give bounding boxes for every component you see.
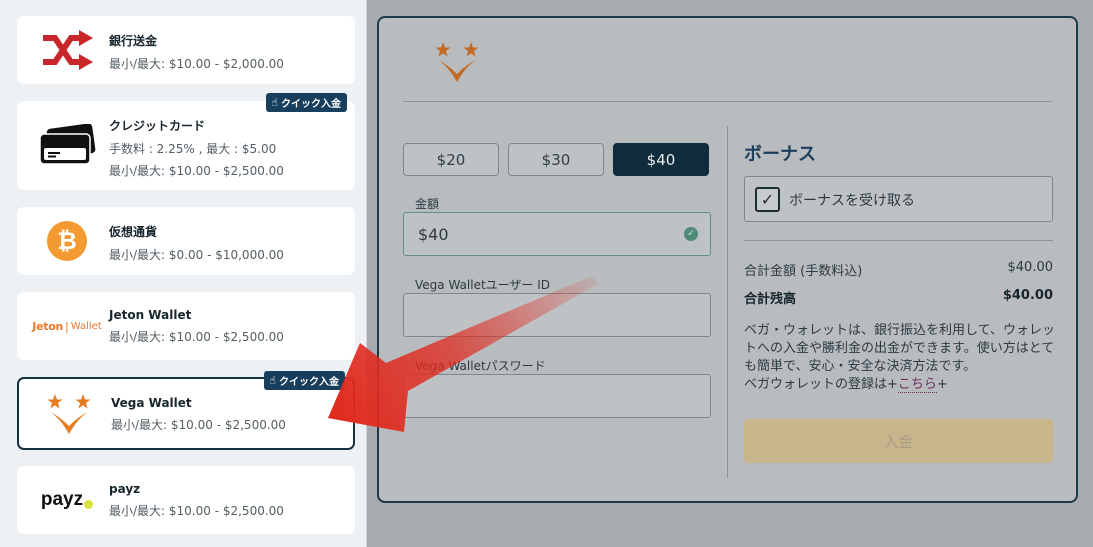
description-text: ベガ・ウォレットは、銀行振込を利用して、ウォレットへの入金や勝利金の出金ができま…: [744, 323, 1055, 374]
payment-method-name: クレジットカード: [109, 119, 206, 133]
quick-deposit-badge: ☝ クイック入金: [266, 93, 347, 112]
divider: [744, 240, 1053, 241]
amount-30-button[interactable]: $30: [508, 143, 604, 176]
amount-value: $40: [418, 225, 449, 244]
vega-wallet-description: ベガ・ウォレットは、銀行振込を利用して、ウォレットへの入金や勝利金の出金ができま…: [744, 322, 1059, 394]
payment-method-list: 銀行送金 最小/最大: $10.00 - $2,000.00 ☝ クイック入金 …: [0, 0, 367, 547]
payment-method-payz[interactable]: payz payz 最小/最大: $10.00 - $2,500.00: [17, 466, 355, 534]
bonus-checkbox-label: ボーナスを受け取る: [789, 193, 915, 209]
hand-tap-icon: ☝: [271, 96, 278, 109]
payment-method-crypto[interactable]: ₿ 仮想通貨 最小/最大: $0.00 - $10,000.00: [17, 207, 355, 275]
checkbox-checked-icon[interactable]: ✓: [755, 187, 780, 212]
deposit-submit-button[interactable]: 入金: [744, 419, 1053, 463]
bitcoin-symbol: ₿: [47, 221, 87, 261]
payment-method-limits: 最小/最大: $10.00 - $2,500.00: [111, 418, 286, 432]
jeton-logo-main: Jeton: [32, 319, 63, 333]
total-amount-row: 合計金額 (手数料込) $40.00: [744, 260, 1053, 279]
amount-input[interactable]: $40 ✓: [403, 212, 711, 256]
payz-logo: payz: [27, 478, 107, 522]
bonus-toggle[interactable]: ✓ ボーナスを受け取る: [744, 176, 1053, 222]
payment-method-name: Jeton Wallet: [109, 308, 192, 322]
valid-check-icon: ✓: [684, 227, 698, 241]
total-amount-label: 合計金額 (手数料込): [744, 264, 863, 279]
bonus-title: ボーナス: [744, 144, 816, 165]
payment-method-limits: 最小/最大: $10.00 - $2,000.00: [109, 57, 284, 71]
payment-method-name: 銀行送金: [109, 34, 158, 48]
user-id-label: Vega Walletユーザー ID: [415, 278, 551, 292]
total-amount-value: $40.00: [1007, 260, 1054, 275]
payment-method-bank-transfer[interactable]: 銀行送金 最小/最大: $10.00 - $2,000.00: [17, 16, 355, 84]
amount-label: 金額: [415, 197, 440, 211]
divider: [403, 101, 1052, 102]
password-input[interactable]: [403, 374, 711, 418]
payment-method-limits: 最小/最大: $10.00 - $2,500.00: [109, 164, 284, 178]
register-suffix: +: [936, 377, 948, 392]
total-balance-label: 合計残高: [744, 292, 797, 307]
payz-dot-icon: [84, 499, 94, 509]
payment-method-limits: 最小/最大: $0.00 - $10,000.00: [109, 248, 284, 262]
total-balance-value: $40.00: [1002, 288, 1053, 303]
quick-deposit-label: クイック入金: [279, 377, 339, 388]
credit-card-icon: [27, 123, 107, 167]
vega-logo: [434, 40, 480, 84]
register-link[interactable]: こちら: [897, 377, 937, 393]
amount-40-button[interactable]: $40: [613, 143, 709, 176]
jeton-logo: Jeton | Wallet: [32, 319, 102, 333]
payment-method-name: payz: [109, 482, 141, 496]
shuffle-arrows-icon: [27, 28, 107, 72]
payz-logo-text: payz: [40, 489, 84, 510]
user-id-input[interactable]: [403, 293, 711, 337]
quick-deposit-badge: ☝ クイック入金: [264, 371, 345, 390]
payment-method-fee: 手数料 : 2.25% , 最大 : $5.00: [109, 142, 277, 156]
vega-logo: [29, 391, 109, 437]
payment-method-vega-wallet[interactable]: ☝ クイック入金 Vega Wallet 最小/最大: $10.00 - $2,…: [17, 371, 355, 450]
payment-method-limits: 最小/最大: $10.00 - $2,500.00: [109, 504, 284, 518]
amount-20-button[interactable]: $20: [403, 143, 499, 176]
deposit-form-panel: $20 $30 $40 金額 $40 ✓ Vega Walletユーザー ID …: [377, 16, 1078, 503]
payment-method-name: Vega Wallet: [111, 396, 192, 410]
payment-method-credit-card[interactable]: ☝ クイック入金 クレジットカード 手数料 : 2.25% , 最大 : $5.…: [17, 93, 355, 190]
payment-method-jeton-wallet[interactable]: Jeton | Wallet Jeton Wallet 最小/最大: $10.0…: [17, 292, 355, 360]
password-label: Vega Walletパスワード: [415, 359, 546, 373]
hand-tap-icon: ☝: [269, 374, 276, 387]
bitcoin-icon: ₿: [27, 219, 107, 263]
register-prefix: ベガウォレットの登録は+: [744, 377, 898, 392]
jeton-logo-sub: Wallet: [70, 320, 102, 332]
payment-method-limits: 最小/最大: $10.00 - $2,500.00: [109, 330, 284, 344]
quick-deposit-label: クイック入金: [281, 99, 341, 110]
divider: [727, 126, 728, 478]
payment-method-name: 仮想通貨: [109, 225, 158, 239]
total-balance-row: 合計残高 $40.00: [744, 288, 1053, 307]
